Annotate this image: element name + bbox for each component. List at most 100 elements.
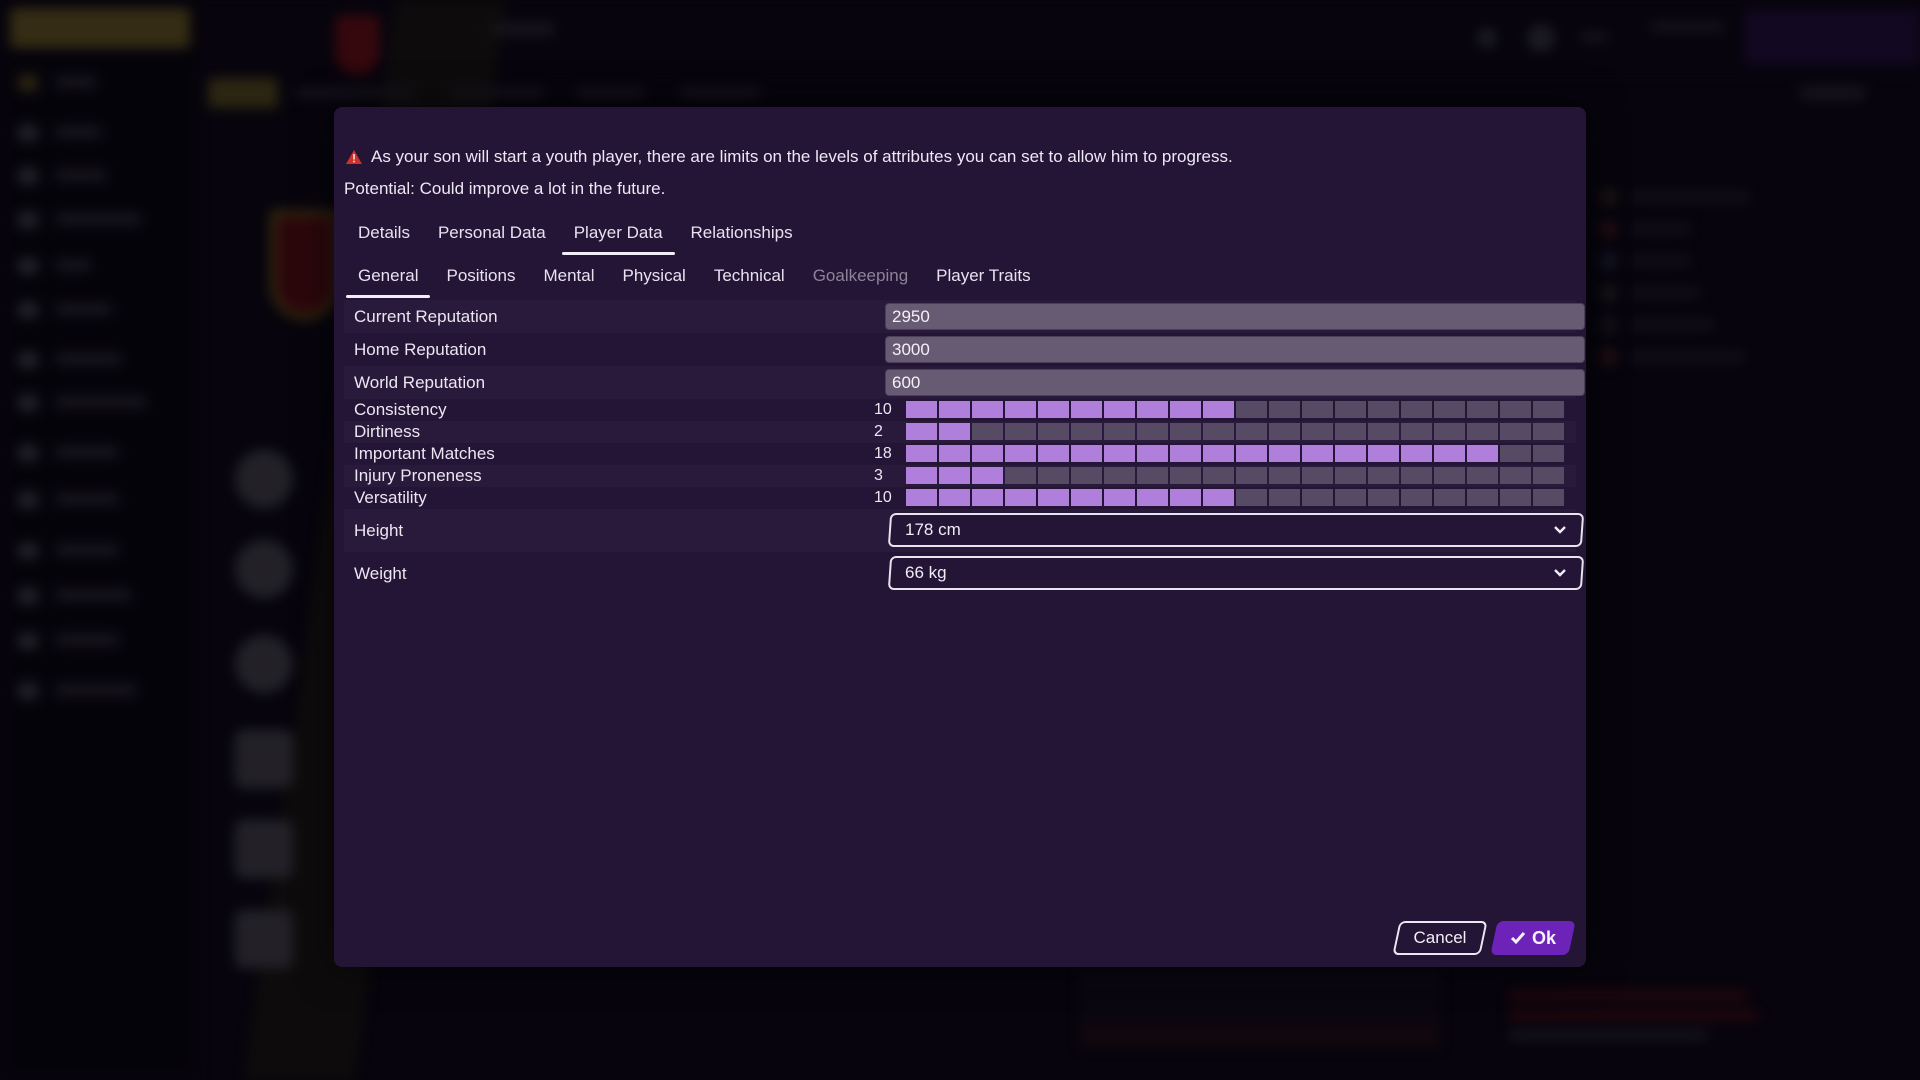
bar-segment-empty[interactable] <box>1401 401 1432 418</box>
bar-segment-empty[interactable] <box>1071 467 1102 484</box>
bar-segment-filled[interactable] <box>906 467 937 484</box>
subtab-positions[interactable]: Positions <box>432 258 529 298</box>
ok-button[interactable]: Ok <box>1490 921 1576 955</box>
bar-segment-filled[interactable] <box>939 467 970 484</box>
dirtiness-slider[interactable] <box>906 423 1564 440</box>
weight-dropdown[interactable]: 66 kg <box>887 556 1585 590</box>
bar-segment-filled[interactable] <box>1170 401 1201 418</box>
bar-segment-filled[interactable] <box>1434 445 1465 462</box>
bar-segment-empty[interactable] <box>1434 401 1465 418</box>
tab-relationships[interactable]: Relationships <box>677 215 807 255</box>
bar-segment-filled[interactable] <box>939 423 970 440</box>
bar-segment-empty[interactable] <box>1500 467 1531 484</box>
bar-segment-filled[interactable] <box>939 445 970 462</box>
bar-segment-empty[interactable] <box>1269 489 1300 506</box>
bar-segment-empty[interactable] <box>1533 423 1564 440</box>
bar-segment-filled[interactable] <box>1038 445 1069 462</box>
bar-segment-filled[interactable] <box>1203 401 1234 418</box>
bar-segment-empty[interactable] <box>1170 467 1201 484</box>
height-dropdown[interactable]: 178 cm <box>887 513 1585 547</box>
bar-segment-filled[interactable] <box>1335 445 1366 462</box>
bar-segment-empty[interactable] <box>1203 423 1234 440</box>
bar-segment-filled[interactable] <box>1302 445 1333 462</box>
bar-segment-empty[interactable] <box>1368 489 1399 506</box>
bar-segment-empty[interactable] <box>1368 467 1399 484</box>
bar-segment-empty[interactable] <box>1005 467 1036 484</box>
bar-segment-empty[interactable] <box>1335 401 1366 418</box>
tab-details[interactable]: Details <box>344 215 424 255</box>
bar-segment-empty[interactable] <box>1467 423 1498 440</box>
bar-segment-empty[interactable] <box>1236 423 1267 440</box>
bar-segment-empty[interactable] <box>1269 401 1300 418</box>
bar-segment-filled[interactable] <box>1005 401 1036 418</box>
subtab-mental[interactable]: Mental <box>529 258 608 298</box>
bar-segment-empty[interactable] <box>1401 467 1432 484</box>
bar-segment-empty[interactable] <box>1038 423 1069 440</box>
bar-segment-empty[interactable] <box>1302 467 1333 484</box>
bar-segment-filled[interactable] <box>1038 401 1069 418</box>
subtab-technical[interactable]: Technical <box>700 258 799 298</box>
bar-segment-empty[interactable] <box>1335 489 1366 506</box>
bar-segment-filled[interactable] <box>906 489 937 506</box>
bar-segment-filled[interactable] <box>906 401 937 418</box>
bar-segment-filled[interactable] <box>1071 445 1102 462</box>
bar-segment-filled[interactable] <box>939 401 970 418</box>
bar-segment-empty[interactable] <box>1467 401 1498 418</box>
tab-personal-data[interactable]: Personal Data <box>424 215 560 255</box>
bar-segment-filled[interactable] <box>972 467 1003 484</box>
bar-segment-empty[interactable] <box>1302 423 1333 440</box>
bar-segment-empty[interactable] <box>1401 489 1432 506</box>
bar-segment-empty[interactable] <box>1533 445 1564 462</box>
current-reputation-input[interactable]: 2950 <box>885 303 1585 330</box>
bar-segment-filled[interactable] <box>1104 401 1135 418</box>
bar-segment-filled[interactable] <box>972 489 1003 506</box>
bar-segment-empty[interactable] <box>1269 423 1300 440</box>
bar-segment-empty[interactable] <box>1401 423 1432 440</box>
bar-segment-empty[interactable] <box>1236 489 1267 506</box>
bar-segment-empty[interactable] <box>1236 467 1267 484</box>
bar-segment-empty[interactable] <box>1302 401 1333 418</box>
bar-segment-filled[interactable] <box>1137 401 1168 418</box>
bar-segment-empty[interactable] <box>1500 489 1531 506</box>
bar-segment-empty[interactable] <box>1038 467 1069 484</box>
bar-segment-filled[interactable] <box>906 423 937 440</box>
bar-segment-filled[interactable] <box>1137 489 1168 506</box>
bar-segment-filled[interactable] <box>1269 445 1300 462</box>
bar-segment-filled[interactable] <box>972 401 1003 418</box>
home-reputation-input[interactable]: 3000 <box>885 336 1585 363</box>
bar-segment-filled[interactable] <box>1203 445 1234 462</box>
bar-segment-filled[interactable] <box>939 489 970 506</box>
bar-segment-empty[interactable] <box>1104 467 1135 484</box>
important-matches-slider[interactable] <box>906 445 1564 462</box>
subtab-general[interactable]: General <box>344 258 432 298</box>
bar-segment-empty[interactable] <box>1104 423 1135 440</box>
bar-segment-filled[interactable] <box>906 445 937 462</box>
bar-segment-empty[interactable] <box>1434 489 1465 506</box>
bar-segment-empty[interactable] <box>1467 467 1498 484</box>
bar-segment-empty[interactable] <box>1170 423 1201 440</box>
bar-segment-empty[interactable] <box>1335 423 1366 440</box>
tab-player-data[interactable]: Player Data <box>560 215 677 255</box>
bar-segment-filled[interactable] <box>1236 445 1267 462</box>
bar-segment-empty[interactable] <box>1269 467 1300 484</box>
bar-segment-empty[interactable] <box>1434 423 1465 440</box>
bar-segment-empty[interactable] <box>1335 467 1366 484</box>
bar-segment-empty[interactable] <box>1533 489 1564 506</box>
bar-segment-filled[interactable] <box>1170 489 1201 506</box>
injury-proneness-slider[interactable] <box>906 467 1564 484</box>
bar-segment-empty[interactable] <box>1500 423 1531 440</box>
bar-segment-empty[interactable] <box>1434 467 1465 484</box>
bar-segment-empty[interactable] <box>972 423 1003 440</box>
bar-segment-filled[interactable] <box>1005 445 1036 462</box>
bar-segment-filled[interactable] <box>1137 445 1168 462</box>
bar-segment-empty[interactable] <box>1533 401 1564 418</box>
bar-segment-empty[interactable] <box>1137 423 1168 440</box>
bar-segment-filled[interactable] <box>1038 489 1069 506</box>
bar-segment-empty[interactable] <box>1368 401 1399 418</box>
bar-segment-empty[interactable] <box>1500 401 1531 418</box>
bar-segment-empty[interactable] <box>1203 467 1234 484</box>
bar-segment-filled[interactable] <box>972 445 1003 462</box>
bar-segment-empty[interactable] <box>1137 467 1168 484</box>
bar-segment-empty[interactable] <box>1368 423 1399 440</box>
bar-segment-filled[interactable] <box>1005 489 1036 506</box>
